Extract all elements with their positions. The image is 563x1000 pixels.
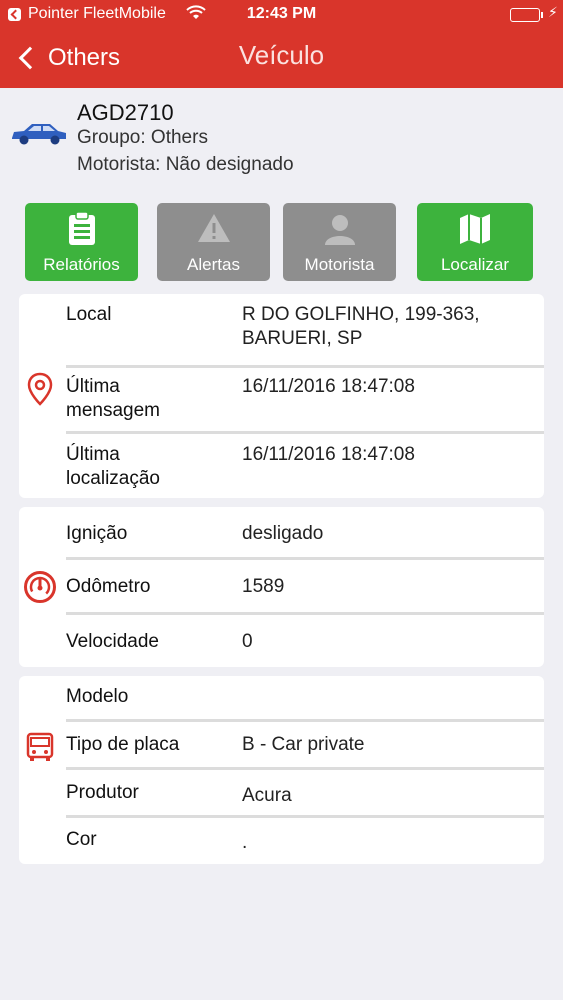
divider — [66, 365, 544, 368]
info-key: Odômetro — [66, 576, 151, 597]
status-bar: Pointer FleetMobile 12:43 PM ⚡ — [0, 0, 563, 30]
info-value: Acura — [242, 785, 292, 806]
driver-label: Motorista — [304, 255, 375, 274]
divider — [66, 431, 544, 434]
alerts-button[interactable]: Alertas — [157, 203, 270, 281]
info-value: . — [242, 832, 248, 853]
info-row-manufacturer: Produtor Acura — [66, 781, 544, 811]
clipboard-icon — [68, 211, 95, 245]
status-card: Ignição desligado Odômetro 1589 Velocida… — [19, 507, 544, 667]
divider — [66, 719, 544, 722]
info-key: Última mensagem — [66, 376, 160, 421]
page-title: Veículo — [238, 40, 325, 70]
divider — [66, 767, 544, 770]
info-row-color: Cor . — [66, 828, 544, 858]
speedometer-icon — [24, 571, 56, 603]
info-row-speed: Velocidade 0 — [66, 630, 544, 660]
info-value: desligado — [242, 523, 324, 544]
driver-button[interactable]: Motorista — [283, 203, 396, 281]
location-pin-icon — [27, 372, 53, 406]
info-row-last-message: Última mensagem 16/11/2016 18:47:08 — [66, 375, 544, 425]
location-card: Local R DO GOLFINHO, 199-363, BARUERI, S… — [19, 294, 544, 498]
details-card: Modelo Tipo de placa B - Car private Pro… — [19, 676, 544, 864]
divider — [66, 815, 544, 818]
top-bar: Pointer FleetMobile 12:43 PM ⚡ Others Ve… — [0, 0, 563, 88]
info-row-model: Modelo — [66, 685, 544, 715]
warning-icon — [197, 214, 230, 242]
info-key: Velocidade — [66, 631, 159, 652]
info-row-last-location: Última localização 16/11/2016 18:47:08 — [66, 443, 544, 493]
info-value: 1589 — [242, 576, 285, 597]
clock: 12:43 PM — [246, 5, 317, 22]
info-key: Local — [66, 304, 112, 325]
battery-tip — [541, 12, 543, 18]
person-icon — [324, 215, 355, 245]
divider — [66, 612, 544, 615]
info-key: Ignição — [66, 523, 128, 544]
info-key: Tipo de placa — [66, 734, 180, 755]
charging-icon: ⚡ — [548, 4, 558, 20]
info-row-ignition: Ignição desligado — [66, 522, 544, 552]
info-value: B - Car private — [242, 734, 365, 755]
alerts-label: Alertas — [187, 255, 240, 274]
reports-label: Relatórios — [43, 255, 120, 274]
divider — [66, 557, 544, 560]
locate-button[interactable]: Localizar — [417, 203, 533, 281]
car-icon — [12, 124, 66, 145]
info-value: 16/11/2016 18:47:08 — [242, 376, 415, 397]
vehicle-group: Groupo: Others — [77, 127, 208, 148]
info-row-odometer: Odômetro 1589 — [66, 575, 544, 605]
map-icon — [460, 214, 490, 244]
info-row-local: Local R DO GOLFINHO, 199-363, BARUERI, S… — [66, 303, 544, 363]
info-row-plate-type: Tipo de placa B - Car private — [66, 733, 544, 763]
info-key: Cor — [66, 829, 97, 850]
locate-label: Localizar — [440, 255, 510, 274]
reports-button[interactable]: Relatórios — [25, 203, 138, 281]
info-key: Última localização — [66, 444, 160, 489]
vehicle-driver: Motorista: Não designado — [77, 154, 294, 175]
info-key: Produtor — [66, 782, 139, 803]
bus-icon — [26, 732, 54, 761]
info-value: 0 — [242, 631, 253, 652]
info-value: R DO GOLFINHO, 199-363, BARUERI, SP — [242, 304, 480, 349]
battery-icon — [510, 8, 540, 22]
info-value: 16/11/2016 18:47:08 — [242, 444, 415, 465]
info-key: Modelo — [66, 686, 129, 707]
vehicle-plate: AGD2710 — [77, 100, 174, 125]
